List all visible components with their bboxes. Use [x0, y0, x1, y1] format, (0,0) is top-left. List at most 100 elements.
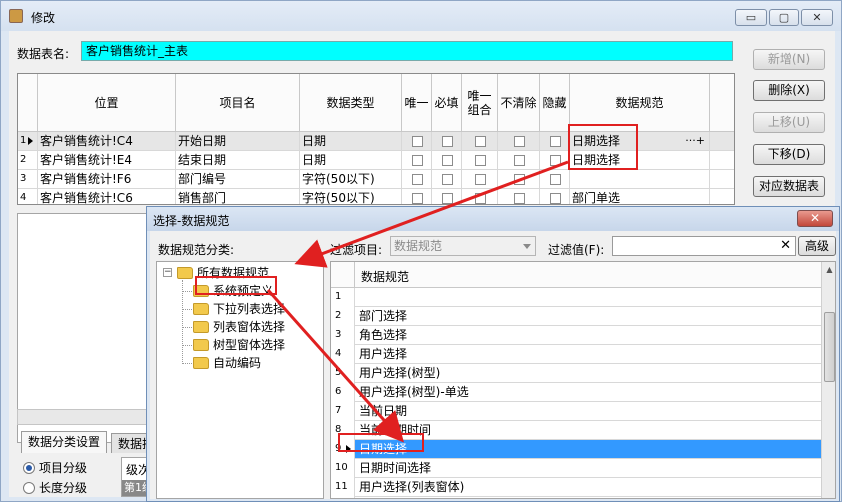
filter-item-select[interactable]: 数据规范: [390, 236, 536, 256]
cell-hidden-checkbox: [540, 132, 570, 151]
col-header-position[interactable]: 位置: [38, 74, 176, 132]
required-checkbox[interactable]: [442, 174, 453, 185]
cell-no-clear-checkbox: [498, 189, 540, 204]
unique-checkbox[interactable]: [412, 155, 423, 166]
horizontal-scrollbar[interactable]: [17, 409, 149, 425]
row-number: 2: [18, 151, 38, 170]
close-button[interactable]: ✕: [801, 9, 833, 26]
rule-list-header: 数据规范: [331, 262, 821, 288]
advanced-button[interactable]: 高级: [798, 236, 836, 256]
list-item[interactable]: 4 用户选择: [331, 345, 821, 364]
filter-item-label: 过滤项目:: [330, 243, 383, 257]
required-checkbox[interactable]: [442, 136, 453, 147]
cell-item-name[interactable]: 部门编号: [176, 170, 300, 189]
col-header-unique[interactable]: 唯一: [402, 74, 432, 132]
col-header-item-name[interactable]: 项目名: [176, 74, 300, 132]
unique-checkbox[interactable]: [412, 136, 423, 147]
list-row-number: 1: [331, 288, 355, 307]
unique-checkbox[interactable]: [412, 193, 423, 204]
scroll-thumb[interactable]: [824, 312, 835, 382]
no-clear-checkbox[interactable]: [514, 193, 525, 204]
cell-position[interactable]: 客户销售统计!C4: [38, 132, 176, 151]
radio-unselected-icon: [23, 482, 35, 494]
add-button[interactable]: 新增(N): [753, 49, 825, 70]
cell-data-type[interactable]: 日期: [300, 151, 402, 170]
no-clear-checkbox[interactable]: [514, 136, 525, 147]
tree-node[interactable]: 树型窗体选择: [193, 336, 285, 354]
cell-data-rule[interactable]: [570, 170, 710, 189]
unique-checkbox[interactable]: [412, 174, 423, 185]
minimize-button[interactable]: ▭: [735, 9, 767, 26]
map-table-button[interactable]: 对应数据表: [753, 176, 825, 197]
filter-value-input[interactable]: ✕: [612, 236, 796, 256]
cell-item-name[interactable]: 开始日期: [176, 132, 300, 151]
cell-unique-combo-checkbox: [462, 151, 498, 170]
cell-unique-combo-checkbox: [462, 132, 498, 151]
cell-data-type[interactable]: 日期: [300, 132, 402, 151]
table-row[interactable]: 3 客户销售统计!F6 部门编号 字符(50以下): [18, 170, 734, 189]
list-item[interactable]: 1: [331, 288, 821, 307]
vertical-scrollbar[interactable]: ▲: [821, 262, 835, 498]
col-header-hidden[interactable]: 隐藏: [540, 74, 570, 132]
unique-combo-checkbox[interactable]: [475, 193, 486, 204]
radio-item-level[interactable]: 项目分级: [23, 459, 87, 476]
required-checkbox[interactable]: [442, 155, 453, 166]
move-up-button[interactable]: 上移(U): [753, 112, 825, 133]
hidden-checkbox[interactable]: [550, 193, 561, 204]
maximize-button[interactable]: ▢: [769, 9, 799, 26]
cell-hidden-checkbox: [540, 151, 570, 170]
cell-required-checkbox: [432, 170, 462, 189]
dialog-body: 数据规范分类: 过滤项目: 数据规范 过滤值(F): ✕ 高级 − 所有数据规范…: [150, 231, 836, 499]
tab-category-settings[interactable]: 数据分类设置: [21, 431, 108, 453]
cell-required-checkbox: [432, 189, 462, 204]
delete-button[interactable]: 删除(X): [753, 80, 825, 101]
tree-node[interactable]: 下拉列表选择: [193, 300, 285, 318]
unique-combo-checkbox[interactable]: [475, 155, 486, 166]
no-clear-checkbox[interactable]: [514, 155, 525, 166]
col-header-data-type[interactable]: 数据类型: [300, 74, 402, 132]
rule-category-tree: − 所有数据规范 系统预定义 下拉列表选择 列表窗体选择 树型窗体选择 自动编码: [156, 261, 324, 499]
cell-position[interactable]: 客户销售统计!C6: [38, 189, 176, 204]
tree-node[interactable]: 自动编码: [193, 354, 261, 372]
cell-position[interactable]: 客户销售统计!F6: [38, 170, 176, 189]
radio-length-level[interactable]: 长度分级: [23, 479, 87, 496]
tree-node[interactable]: 列表窗体选择: [193, 318, 285, 336]
table-name-input[interactable]: 客户销售统计_主表: [81, 41, 733, 61]
hidden-checkbox[interactable]: [550, 155, 561, 166]
unique-combo-checkbox[interactable]: [475, 136, 486, 147]
list-item[interactable]: 5 用户选择(树型): [331, 364, 821, 383]
list-item[interactable]: 11 用户选择(列表窗体): [331, 478, 821, 497]
col-header-unique-combo[interactable]: 唯一组合: [462, 74, 498, 132]
required-checkbox[interactable]: [442, 193, 453, 204]
list-item[interactable]: 12 当前年月: [331, 497, 821, 498]
window-title: 修改: [31, 11, 56, 25]
cell-data-rule[interactable]: 部门单选: [570, 189, 710, 204]
hidden-checkbox[interactable]: [550, 174, 561, 185]
unique-combo-checkbox[interactable]: [475, 174, 486, 185]
annotation-box-date-select: [338, 433, 424, 452]
clear-icon[interactable]: ✕: [780, 238, 791, 253]
tree-node-label: 树型窗体选择: [213, 338, 286, 352]
cell-item-name[interactable]: 结束日期: [176, 151, 300, 170]
more-icon[interactable]: ···+: [685, 132, 705, 150]
list-item[interactable]: 3 角色选择: [331, 326, 821, 345]
dialog-close-button[interactable]: ✕: [797, 210, 833, 227]
table-row[interactable]: 4 客户销售统计!C6 销售部门 字符(50以下) 部门单选: [18, 189, 734, 204]
cell-item-name[interactable]: 销售部门: [176, 189, 300, 204]
cell-data-type[interactable]: 字符(50以下): [300, 189, 402, 204]
col-header-no-clear[interactable]: 不清除: [498, 74, 540, 132]
move-down-button[interactable]: 下移(D): [753, 144, 825, 165]
hidden-checkbox[interactable]: [550, 136, 561, 147]
list-item[interactable]: 2 部门选择: [331, 307, 821, 326]
col-header-required[interactable]: 必填: [432, 74, 462, 132]
list-item[interactable]: 7 当前日期: [331, 402, 821, 421]
cell-data-type[interactable]: 字符(50以下): [300, 170, 402, 189]
app-icon: [9, 9, 23, 23]
list-item[interactable]: 10 日期时间选择: [331, 459, 821, 478]
col-header-rule[interactable]: 数据规范: [361, 268, 409, 285]
no-clear-checkbox[interactable]: [514, 174, 525, 185]
scroll-up-icon[interactable]: ▲: [822, 262, 835, 278]
select-rule-dialog: 选择-数据规范 ✕ 数据规范分类: 过滤项目: 数据规范 过滤值(F): ✕ 高…: [146, 206, 840, 502]
cell-position[interactable]: 客户销售统计!E4: [38, 151, 176, 170]
list-item[interactable]: 6 用户选择(树型)-单选: [331, 383, 821, 402]
